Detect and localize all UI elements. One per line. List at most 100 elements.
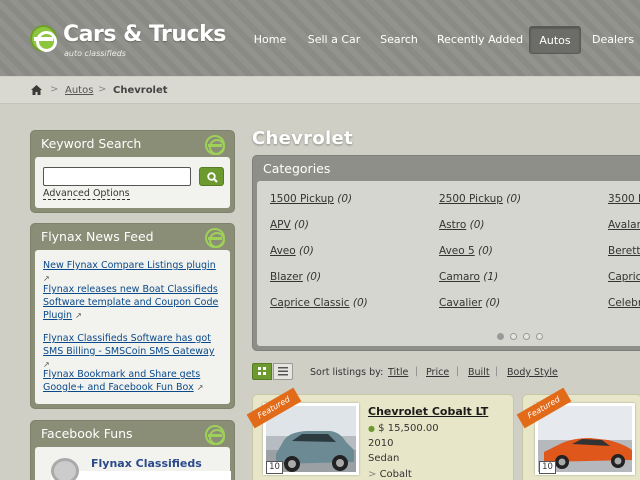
- listing-body-style: Sedan: [368, 453, 400, 464]
- listing-year: 2010: [368, 438, 394, 449]
- sort-by-price[interactable]: Price: [426, 367, 449, 378]
- category-link[interactable]: Cavalier: [439, 297, 482, 309]
- pager-dot[interactable]: [523, 333, 530, 340]
- category-link[interactable]: Celebr: [608, 297, 640, 309]
- categories-title: Categories: [263, 161, 331, 176]
- category-link[interactable]: 1500 Pickup: [270, 193, 334, 205]
- category-link[interactable]: 3500 P: [608, 193, 640, 205]
- category-item[interactable]: 3500 P: [608, 193, 640, 205]
- category-item[interactable]: 1500 Pickup (0): [270, 193, 352, 205]
- nav-autos[interactable]: Autos: [529, 26, 581, 54]
- facebook-page-name[interactable]: Flynax Classifieds: [91, 457, 202, 470]
- category-link[interactable]: Avalan: [608, 219, 640, 231]
- keyword-search-body: Advanced Options: [35, 157, 230, 208]
- category-count: (0): [337, 193, 353, 205]
- facebook-avatar: [51, 458, 79, 480]
- category-link[interactable]: Blazer: [270, 271, 303, 283]
- nav-sell-a-car[interactable]: Sell a Car: [305, 26, 363, 54]
- pager-dot[interactable]: [536, 333, 543, 340]
- category-item[interactable]: APV (0): [270, 219, 309, 231]
- category-link[interactable]: Beretta: [608, 245, 640, 257]
- category-count: (0): [485, 297, 501, 309]
- breadcrumb-link-autos[interactable]: Autos: [65, 85, 93, 96]
- category-item[interactable]: Aveo 5 (0): [439, 245, 493, 257]
- category-item[interactable]: Beretta: [608, 245, 640, 257]
- listing-title[interactable]: Chevrolet Cobalt LT: [368, 405, 488, 418]
- sort-separator: |: [415, 366, 419, 377]
- category-item[interactable]: Caprice Classic (0): [270, 297, 368, 309]
- listing-model: > Cobalt: [368, 469, 412, 480]
- sort-separator: |: [495, 366, 499, 377]
- keyword-search-box: Keyword Search Advanced Options: [30, 130, 235, 213]
- news-item-link[interactable]: Flynax Bookmark and Share gets Google+ a…: [43, 369, 200, 393]
- category-link[interactable]: 2500 Pickup: [439, 193, 503, 205]
- category-item[interactable]: Celebr: [608, 297, 640, 309]
- home-icon[interactable]: [31, 85, 42, 95]
- external-link-icon: ↗: [75, 311, 82, 320]
- listing-price-value: $ 15,500.00: [378, 423, 439, 434]
- news-item-link[interactable]: Flynax releases new Boat Classifieds Sof…: [43, 284, 218, 321]
- breadcrumb-separator: >: [98, 84, 107, 95]
- category-link[interactable]: Aveo 5: [439, 245, 475, 257]
- facebook-box: Facebook Funs Flynax Classifieds: [30, 420, 235, 480]
- search-icon: [207, 172, 218, 183]
- category-count: (0): [506, 193, 522, 205]
- news-item[interactable]: Flynax releases new Boat Classifieds Sof…: [43, 283, 223, 322]
- breadcrumb-current: Chevrolet: [113, 85, 168, 96]
- price-tag-icon: ●: [368, 424, 375, 433]
- category-link[interactable]: Aveo: [270, 245, 296, 257]
- category-link[interactable]: Caprice Classic: [270, 297, 350, 309]
- main-nav: Home Sell a Car Search Recently Added Au…: [0, 26, 640, 54]
- news-feed-title: Flynax News Feed: [41, 229, 154, 244]
- list-view-button[interactable]: [273, 363, 293, 380]
- news-feed-body: New Flynax Compare Listings plugin ↗ Fly…: [35, 250, 230, 404]
- category-link[interactable]: Capric: [608, 271, 640, 283]
- external-link-icon: ↗: [196, 383, 204, 392]
- pager-dot[interactable]: [497, 333, 504, 340]
- photo-count: 10: [266, 461, 283, 474]
- news-item[interactable]: Flynax Classifieds Software has got SMS …: [43, 332, 223, 371]
- sort-separator: |: [456, 366, 460, 377]
- steering-wheel-icon: [205, 135, 225, 155]
- nav-dealers[interactable]: Dealers: [592, 26, 640, 54]
- category-item[interactable]: Avalan: [608, 219, 640, 231]
- sort-by-body-style[interactable]: Body Style: [507, 367, 558, 378]
- category-count: (0): [469, 219, 485, 231]
- search-button[interactable]: [199, 167, 224, 186]
- category-item[interactable]: Capric: [608, 271, 640, 283]
- category-item[interactable]: Astro (0): [439, 219, 485, 231]
- keyword-search-input[interactable]: [43, 167, 191, 186]
- category-item[interactable]: 2500 Pickup (0): [439, 193, 521, 205]
- breadcrumb-separator: >: [50, 84, 59, 95]
- category-link[interactable]: Camaro: [439, 271, 480, 283]
- category-item[interactable]: Aveo (0): [270, 245, 314, 257]
- sort-label: Sort listings by:: [310, 367, 384, 378]
- news-item[interactable]: New Flynax Compare Listings plugin ↗: [43, 259, 223, 285]
- nav-home[interactable]: Home: [248, 26, 292, 54]
- pager-dot[interactable]: [510, 333, 517, 340]
- chevron-right-icon: >: [368, 469, 377, 480]
- category-link[interactable]: Astro: [439, 219, 466, 231]
- sort-by-title[interactable]: Title: [388, 367, 408, 378]
- advanced-options-link[interactable]: Advanced Options: [43, 188, 130, 200]
- steering-wheel-icon: [205, 228, 225, 248]
- category-item[interactable]: Camaro (1): [439, 271, 498, 283]
- news-item-link[interactable]: New Flynax Compare Listings plugin: [43, 260, 216, 271]
- category-item[interactable]: Blazer (0): [270, 271, 321, 283]
- news-item[interactable]: Flynax Bookmark and Share gets Google+ a…: [43, 368, 223, 394]
- nav-search[interactable]: Search: [378, 26, 420, 54]
- grid-icon: [258, 367, 266, 375]
- category-count: (1): [483, 271, 499, 283]
- photo-count: 10: [539, 461, 556, 474]
- category-count: (0): [306, 271, 322, 283]
- nav-recently-added[interactable]: Recently Added: [437, 26, 523, 54]
- listing-price: ● $ 15,500.00: [368, 423, 439, 434]
- category-item[interactable]: Cavalier (0): [439, 297, 500, 309]
- category-count: (0): [294, 219, 309, 231]
- page-title: Chevrolet: [252, 128, 353, 149]
- category-link[interactable]: APV: [270, 219, 291, 231]
- sort-by-built[interactable]: Built: [468, 367, 490, 378]
- grid-view-button[interactable]: [252, 363, 272, 380]
- news-item-link[interactable]: Flynax Classifieds Software has got SMS …: [43, 333, 215, 357]
- list-icon: [278, 367, 288, 376]
